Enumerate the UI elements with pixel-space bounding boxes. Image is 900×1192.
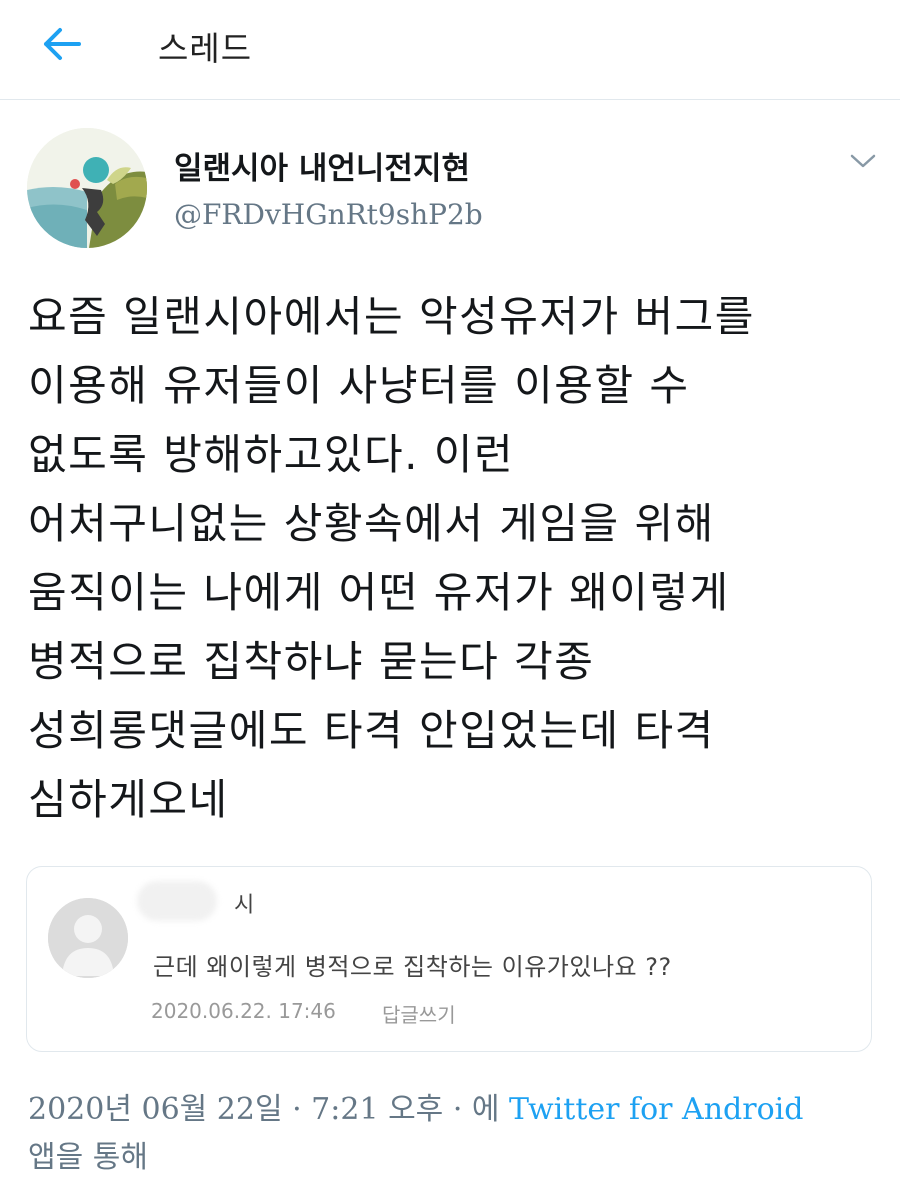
display-name[interactable]: 일랜시아 내언니전지현 (174, 143, 470, 188)
attached-image-card[interactable]: 시 근데 왜이렇게 병적으로 집착하는 이유가있나요 ?? 2020.06.22… (26, 866, 872, 1052)
tweet-text-line: 없도록 방해하고있다. 이런 (28, 430, 515, 479)
tweet-text-line: 병적으로 집착하냐 묻는다 각종 (28, 637, 595, 686)
comment-date: 2020.06.22. 17:46 (151, 999, 336, 1023)
tweet-text: 요즘 일랜시아에서는 악성유저가 버그를 이용해 유저들이 사냥터를 이용할 수… (28, 282, 878, 834)
arrow-left-icon (42, 27, 82, 65)
tweet-text-line: 이용해 유저들이 사냥터를 이용할 수 (28, 361, 690, 410)
tweet-text-line: 요즘 일랜시아에서는 악성유저가 버그를 (28, 292, 755, 341)
comment-reply-label: 답글쓰기 (382, 1003, 456, 1027)
avatar[interactable] (27, 128, 147, 248)
tweet-text-line: 움직이는 나에게 어떤 유저가 왜이렇게 (28, 568, 730, 617)
comment-text: 근데 왜이렇게 병적으로 집착하는 이유가있나요 ?? (153, 953, 672, 981)
tweet-text-line: 성희롱댓글에도 타격 안입었는데 타격 (28, 706, 715, 755)
page-title: 스레드 (158, 29, 253, 68)
comment-author: 시 (234, 893, 255, 918)
tweet-text-line: 심하게오네 (28, 775, 229, 824)
tweet-via-label: 앱을 통해 (28, 1140, 148, 1175)
user-handle[interactable]: @FRDvHGnRt9shP2b (174, 198, 483, 231)
tweet-menu-button[interactable] (846, 148, 880, 178)
tweet-timestamp[interactable]: 2020년 06월 22일 · 7:21 오후 · 에 (28, 1092, 500, 1127)
top-bar: 스레드 (0, 0, 900, 100)
blurred-author-name (137, 881, 217, 921)
chevron-down-icon (850, 153, 876, 173)
comment-avatar (48, 898, 128, 978)
back-button[interactable] (36, 20, 88, 72)
tweet-text-line: 어처구니없는 상황속에서 게임을 위해 (28, 499, 715, 548)
tweet-meta: 2020년 06월 22일 · 7:21 오후 · 에 Twitter for … (28, 1086, 878, 1182)
tweet-source-link[interactable]: Twitter for Android (509, 1092, 803, 1127)
